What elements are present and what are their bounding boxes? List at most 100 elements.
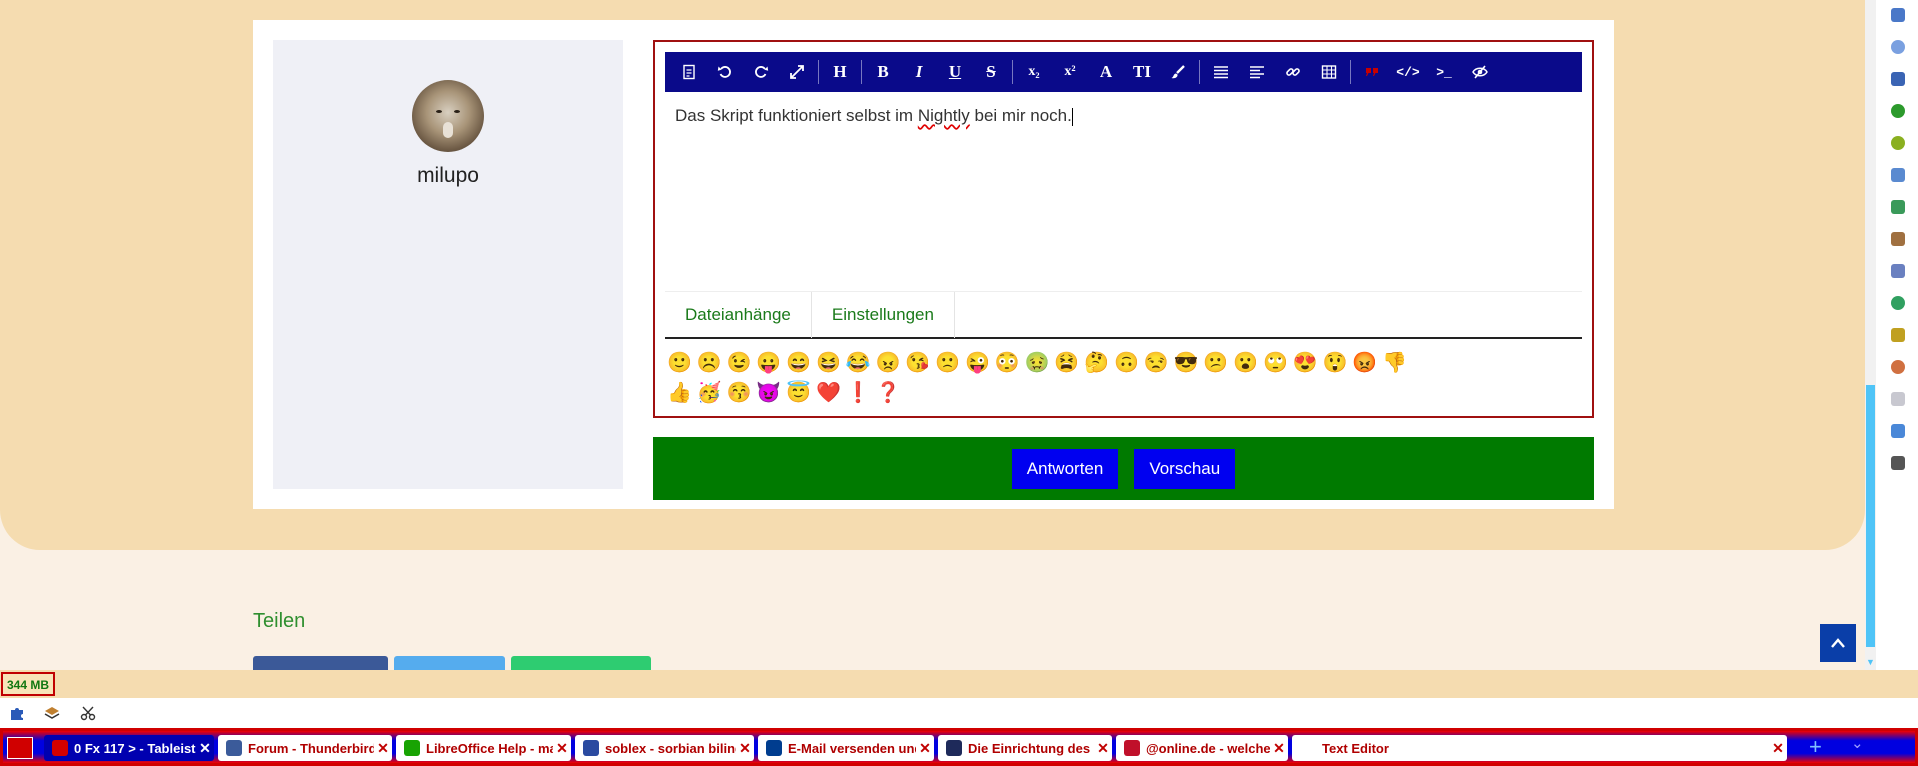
scroll-to-top-button[interactable] [1820, 624, 1856, 662]
smiley-button[interactable]: 😈 [756, 381, 786, 405]
browser-tab[interactable]: @online.de - welcher E-Mail-A✕ [1116, 735, 1288, 761]
smiley-button[interactable]: 😠 [876, 351, 906, 375]
smiley-button[interactable]: 😂 [846, 351, 876, 375]
italic-button[interactable]: I [901, 52, 937, 92]
browser-tab[interactable]: E-Mail versenden und empfan✕ [758, 735, 934, 761]
sidebar-folder-icon[interactable] [1891, 424, 1905, 438]
terminal-button[interactable]: >_ [1426, 52, 1462, 92]
author-name[interactable]: milupo [273, 164, 623, 188]
heading-button[interactable]: H [822, 52, 858, 92]
stack-icon[interactable] [43, 704, 61, 722]
share-facebook-button[interactable] [253, 656, 388, 670]
share-twitter-button[interactable] [394, 656, 505, 670]
tab-list-chevron-down-icon[interactable]: ⌄ [1851, 734, 1864, 752]
smiley-button[interactable]: ❤️ [816, 381, 846, 405]
smiley-button[interactable]: 😄 [786, 351, 816, 375]
smiley-button[interactable]: 😮 [1233, 351, 1263, 375]
smiley-button[interactable]: 😉 [727, 351, 757, 375]
link-icon[interactable] [1275, 52, 1311, 92]
smiley-button[interactable]: 😡 [1352, 351, 1382, 375]
spoiler-hide-icon[interactable] [1462, 52, 1498, 92]
align-icon[interactable] [1239, 52, 1275, 92]
smiley-button[interactable]: 😆 [816, 351, 846, 375]
reply-button[interactable]: Antworten [1011, 448, 1119, 489]
smiley-button[interactable]: 😍 [1293, 351, 1323, 375]
smiley-button[interactable]: 😚 [727, 381, 757, 405]
sidebar-images-icon[interactable] [1891, 232, 1905, 246]
sidebar-settings-icon[interactable] [1891, 360, 1905, 374]
redo-icon[interactable] [743, 52, 779, 92]
sidebar-downloads-icon[interactable] [1891, 72, 1905, 86]
sidebar-sync-icon[interactable] [1891, 296, 1905, 310]
scissors-icon[interactable] [79, 704, 97, 722]
quote-icon[interactable] [1354, 52, 1390, 92]
close-icon[interactable]: ✕ [916, 740, 934, 757]
smiley-button[interactable]: ☹️ [697, 351, 727, 375]
sidebar-cloud-icon[interactable] [1891, 392, 1905, 406]
close-icon[interactable]: ✕ [196, 740, 214, 757]
browser-tab[interactable]: Forum - Thunderbird Mail DE✕ [218, 735, 392, 761]
sidebar-addons-icon[interactable] [1891, 104, 1905, 118]
sidebar-windows-icon[interactable] [1891, 264, 1905, 278]
close-icon[interactable]: ✕ [553, 740, 571, 757]
underline-button[interactable]: U [937, 52, 973, 92]
scroll-down-arrow-icon[interactable]: ▼ [1865, 654, 1876, 670]
smiley-button[interactable]: 😫 [1054, 351, 1084, 375]
preview-button[interactable]: Vorschau [1134, 448, 1236, 489]
smiley-button[interactable]: 😇 [786, 381, 816, 405]
smiley-button[interactable]: 🙃 [1114, 351, 1144, 375]
browser-tab[interactable]: soblex - sorbian bilingual lexic✕ [575, 735, 754, 761]
source-icon[interactable] [671, 52, 707, 92]
close-icon[interactable]: ✕ [374, 740, 392, 757]
smiley-button[interactable]: 🤢 [1025, 351, 1055, 375]
list-icon[interactable] [1203, 52, 1239, 92]
brush-icon[interactable] [1160, 52, 1196, 92]
close-icon[interactable]: ✕ [736, 740, 754, 757]
share-whatsapp-button[interactable] [511, 656, 651, 670]
smiley-button[interactable]: ❓ [876, 381, 906, 405]
sidebar-key-icon[interactable] [1891, 328, 1905, 342]
smiley-button[interactable]: 🙄 [1263, 351, 1293, 375]
new-tab-plus-icon[interactable]: + [1809, 734, 1822, 760]
smiley-button[interactable]: 🙂 [667, 351, 697, 375]
close-icon[interactable]: ✕ [1270, 740, 1288, 757]
puzzle-icon[interactable] [8, 704, 26, 722]
superscript-button[interactable]: x² [1052, 52, 1088, 92]
browser-tab[interactable]: Die Einrichtung des E-Mail-Pro✕ [938, 735, 1112, 761]
smiley-button[interactable]: 👎 [1382, 351, 1412, 375]
editor-text-area[interactable]: Das Skript funktioniert selbst im Nightl… [675, 106, 1073, 126]
close-icon[interactable]: ✕ [1769, 740, 1787, 757]
sidebar-bookmarks-icon[interactable] [1891, 8, 1905, 22]
tab-settings[interactable]: Einstellungen [812, 292, 955, 338]
page-scrollbar[interactable]: ▼ [1865, 0, 1876, 670]
smiley-button[interactable]: 😘 [905, 351, 935, 375]
sidebar-wrench-icon[interactable] [1891, 456, 1905, 470]
undo-icon[interactable] [707, 52, 743, 92]
smiley-button[interactable]: ❗ [846, 381, 876, 405]
smiley-button[interactable]: 😛 [756, 351, 786, 375]
smiley-button[interactable]: 😎 [1174, 351, 1204, 375]
close-icon[interactable]: ✕ [1094, 740, 1112, 757]
subscript-button[interactable]: x₂ [1016, 52, 1052, 92]
smiley-button[interactable]: 😳 [995, 351, 1025, 375]
smiley-button[interactable]: 🥳 [697, 381, 727, 405]
tab-menu-button[interactable] [7, 737, 33, 759]
browser-tab-active[interactable]: 0 Fx 117 > - Tableiste ganz u✕ [44, 735, 214, 761]
sidebar-tabs-icon[interactable] [1891, 168, 1905, 182]
font-button[interactable]: A [1088, 52, 1124, 92]
bold-button[interactable]: B [865, 52, 901, 92]
strikethrough-button[interactable]: S [973, 52, 1009, 92]
sidebar-minus-icon[interactable] [1891, 136, 1905, 150]
smiley-button[interactable]: 😲 [1323, 351, 1353, 375]
scrollbar-thumb[interactable] [1866, 385, 1875, 647]
smiley-button[interactable]: 😕 [1203, 351, 1233, 375]
avatar[interactable] [412, 80, 484, 152]
tab-attachments[interactable]: Dateianhänge [665, 292, 812, 338]
code-button[interactable]: </> [1390, 52, 1426, 92]
sidebar-search-icon[interactable] [1891, 200, 1905, 214]
smiley-button[interactable]: 🤔 [1084, 351, 1114, 375]
browser-tab[interactable]: LibreOffice Help - master/tex✕ [396, 735, 571, 761]
smiley-button[interactable]: 👍 [667, 381, 697, 405]
browser-tab[interactable]: Text Editor ✕ [1292, 735, 1787, 761]
sidebar-history-icon[interactable] [1891, 40, 1905, 54]
